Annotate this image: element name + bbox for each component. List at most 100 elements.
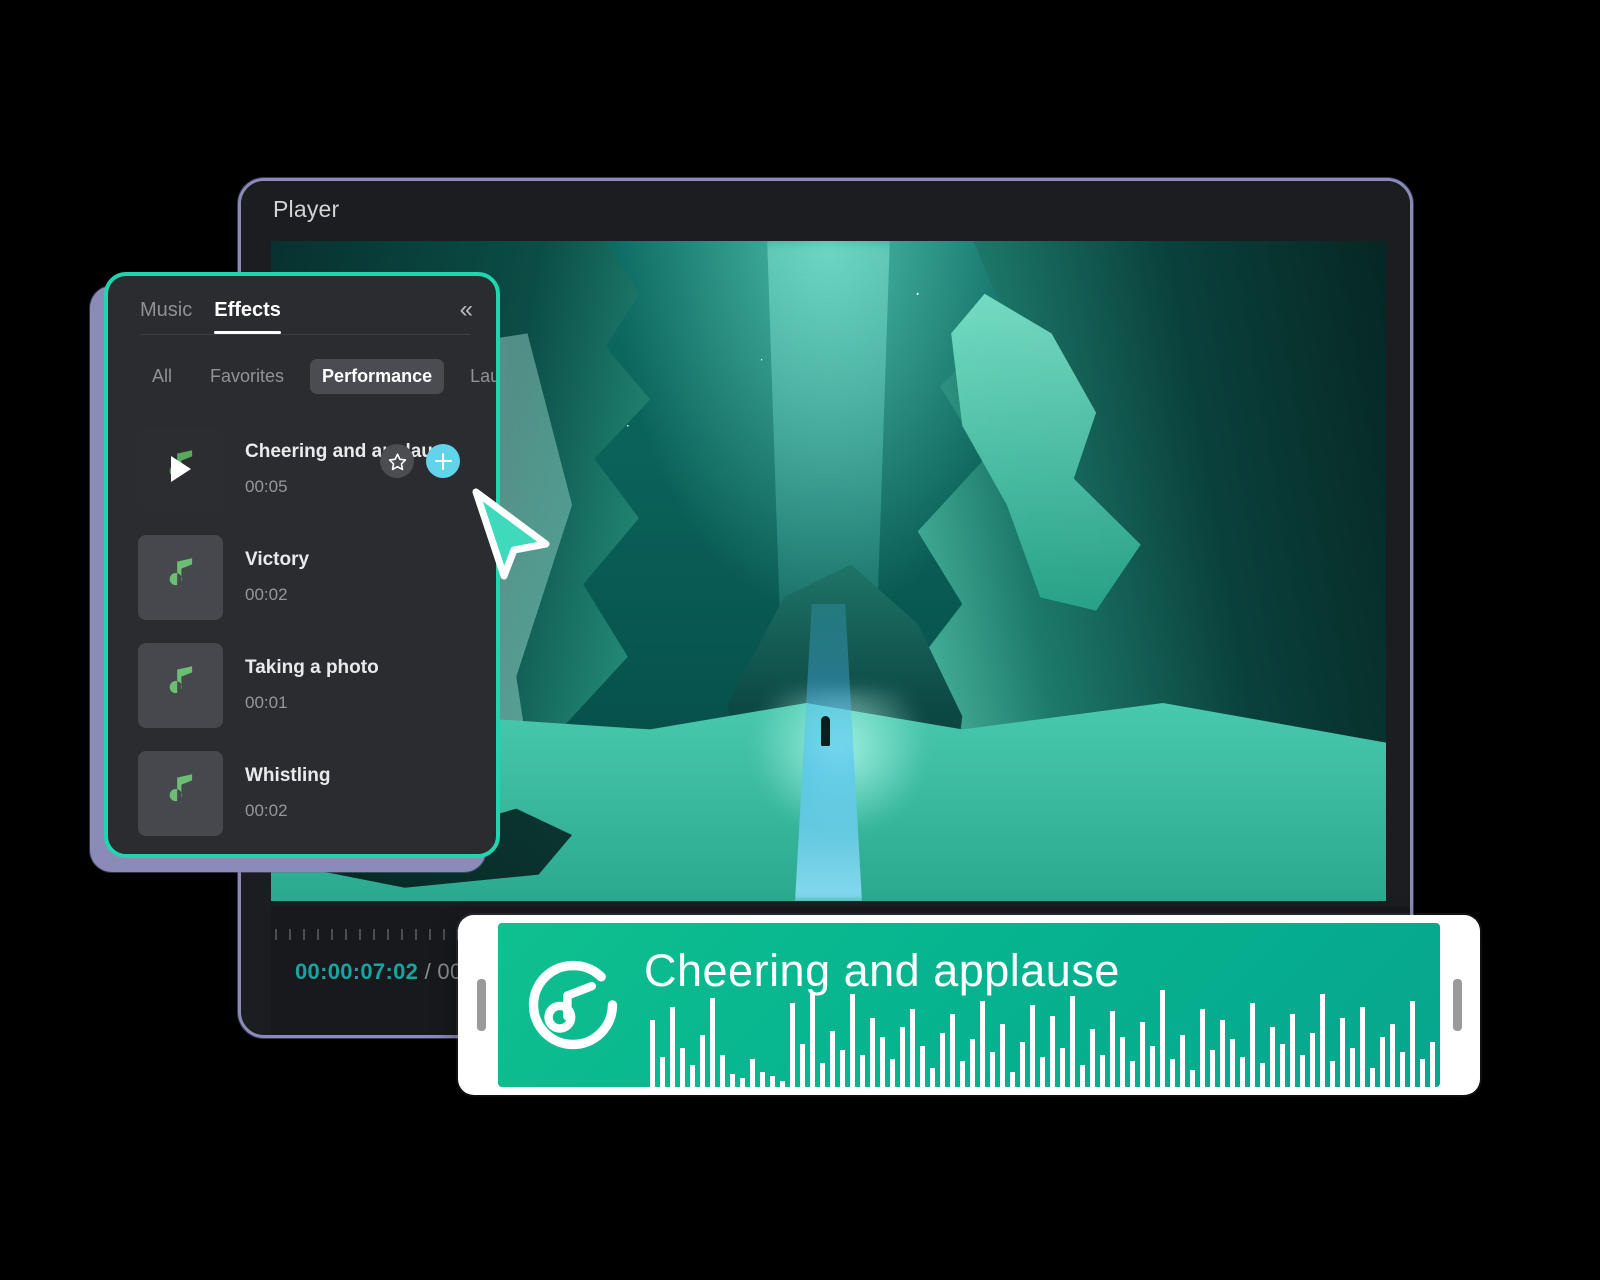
- waveform-bar: [850, 994, 855, 1087]
- waveform-bar: [1310, 1033, 1315, 1087]
- filter-chip-laugh[interactable]: Laugh: [458, 359, 496, 394]
- filter-chip-favorites[interactable]: Favorites: [198, 359, 296, 394]
- waveform-bar: [700, 1035, 705, 1087]
- waveform-bar: [1040, 1056, 1045, 1087]
- effect-thumbnail[interactable]: [138, 750, 223, 836]
- trim-grip: [1452, 979, 1462, 1031]
- list-item[interactable]: Victory 00:02: [108, 523, 496, 631]
- waveform-bar: [1020, 1041, 1025, 1087]
- music-note-icon: [169, 558, 192, 586]
- list-item[interactable]: Whistling 00:02: [108, 739, 496, 847]
- music-note-icon: [169, 774, 192, 802]
- waveform-bar: [1200, 1009, 1205, 1087]
- waveform-bar: [1350, 1048, 1355, 1087]
- plus-icon[interactable]: [426, 444, 460, 478]
- waveform-bar: [1080, 1065, 1085, 1087]
- waveform-bar: [740, 1078, 745, 1087]
- waveform-bar: [870, 1017, 875, 1087]
- waveform-bar: [770, 1076, 775, 1087]
- waveform-bar: [810, 991, 815, 1087]
- waveform-bar: [1320, 994, 1325, 1087]
- waveform-bar: [1290, 1013, 1295, 1087]
- effect-thumbnail[interactable]: [138, 534, 223, 620]
- trim-handle-left-icon[interactable]: [464, 915, 498, 1095]
- ruler-tick: [289, 929, 291, 940]
- waveform-bar: [780, 1080, 785, 1087]
- music-note-icon: [169, 666, 192, 694]
- waveform-bar: [1220, 1020, 1225, 1087]
- waveform-bar: [1390, 1024, 1395, 1087]
- star-icon[interactable]: [380, 444, 414, 478]
- ruler-tick: [317, 929, 319, 940]
- waveform-bar: [1120, 1037, 1125, 1087]
- waveform-bar: [650, 1020, 655, 1087]
- list-item[interactable]: Cheering and applause 00:05: [108, 415, 496, 523]
- audio-clip-body[interactable]: Cheering and applause: [498, 923, 1440, 1087]
- effect-title: Taking a photo: [245, 657, 379, 678]
- effect-meta: Victory 00:02: [245, 549, 496, 605]
- timecode-current: 00:00:07:02: [295, 959, 419, 984]
- waveform-bar: [1180, 1035, 1185, 1087]
- trim-handle-right-icon[interactable]: [1440, 915, 1474, 1095]
- waveform-bar: [730, 1074, 735, 1087]
- waveform-bar: [720, 1054, 725, 1087]
- waveform-bar: [1140, 1022, 1145, 1087]
- chevron-double-left-icon[interactable]: «: [460, 298, 473, 334]
- filter-chip-performance[interactable]: Performance: [310, 358, 445, 394]
- ruler-tick: [331, 929, 333, 940]
- waveform-bar: [1430, 1041, 1435, 1087]
- effect-duration: 00:02: [245, 585, 288, 604]
- waveform-bar: [1330, 1061, 1335, 1087]
- waveform-bar: [1410, 1000, 1415, 1087]
- waveform-bar: [1270, 1026, 1275, 1087]
- effect-duration: 00:02: [245, 801, 288, 820]
- ruler-tick: [359, 929, 361, 940]
- waveform-bar: [1130, 1061, 1135, 1087]
- play-icon[interactable]: [170, 456, 191, 482]
- ruler-tick: [373, 929, 375, 940]
- ruler-tick: [275, 929, 277, 940]
- waveform-bar: [1210, 1050, 1215, 1087]
- waveform-bar: [1380, 1037, 1385, 1087]
- waveform-bar: [1360, 1007, 1365, 1087]
- waveform-bar: [820, 1063, 825, 1087]
- waveform-bar: [1250, 1002, 1255, 1087]
- effect-meta: Taking a photo 00:01: [245, 657, 496, 713]
- tab-music[interactable]: Music: [140, 299, 192, 334]
- tab-effects[interactable]: Effects: [214, 299, 281, 334]
- waveform-bar: [660, 1056, 665, 1087]
- filter-chip-all[interactable]: All: [140, 359, 184, 394]
- effect-thumbnail[interactable]: [138, 426, 223, 512]
- waveform-bar: [910, 1009, 915, 1087]
- effect-duration: 00:01: [245, 693, 288, 712]
- waveform-bar: [710, 998, 715, 1087]
- audio-clip-card[interactable]: Cheering and applause: [458, 915, 1480, 1095]
- waveform-bar: [1400, 1052, 1405, 1087]
- waveform-bar: [1280, 1043, 1285, 1087]
- waveform-bar: [920, 1045, 925, 1087]
- timecode-separator: /: [418, 959, 438, 984]
- list-item[interactable]: Taking a photo 00:01: [108, 631, 496, 739]
- waveform-bar: [960, 1061, 965, 1087]
- waveform-bar: [980, 1000, 985, 1087]
- panel-tab-bar: Music Effects «: [108, 276, 496, 334]
- player-header: Player: [241, 181, 1410, 237]
- effect-title: Victory: [245, 549, 310, 570]
- waveform-bar: [1300, 1054, 1305, 1087]
- ruler-tick: [429, 929, 431, 940]
- waveform-bar: [1230, 1039, 1235, 1087]
- waveform-bar: [1010, 1071, 1015, 1087]
- waveform-bar: [1050, 1015, 1055, 1087]
- waveform-bar: [990, 1052, 995, 1087]
- video-person-figure: [820, 716, 830, 747]
- effect-thumbnail[interactable]: [138, 642, 223, 728]
- audio-clip-label: Cheering and applause: [644, 945, 1120, 996]
- waveform-bar: [880, 1037, 885, 1087]
- trim-grip: [476, 979, 486, 1031]
- ruler-tick: [387, 929, 389, 940]
- waveform-bar: [760, 1071, 765, 1087]
- waveform-bar: [1030, 1004, 1035, 1087]
- waveform-bar: [1170, 1058, 1175, 1087]
- effects-list: Cheering and applause 00:05 Victory 00:0…: [108, 395, 496, 847]
- waveform-bar: [1160, 989, 1165, 1087]
